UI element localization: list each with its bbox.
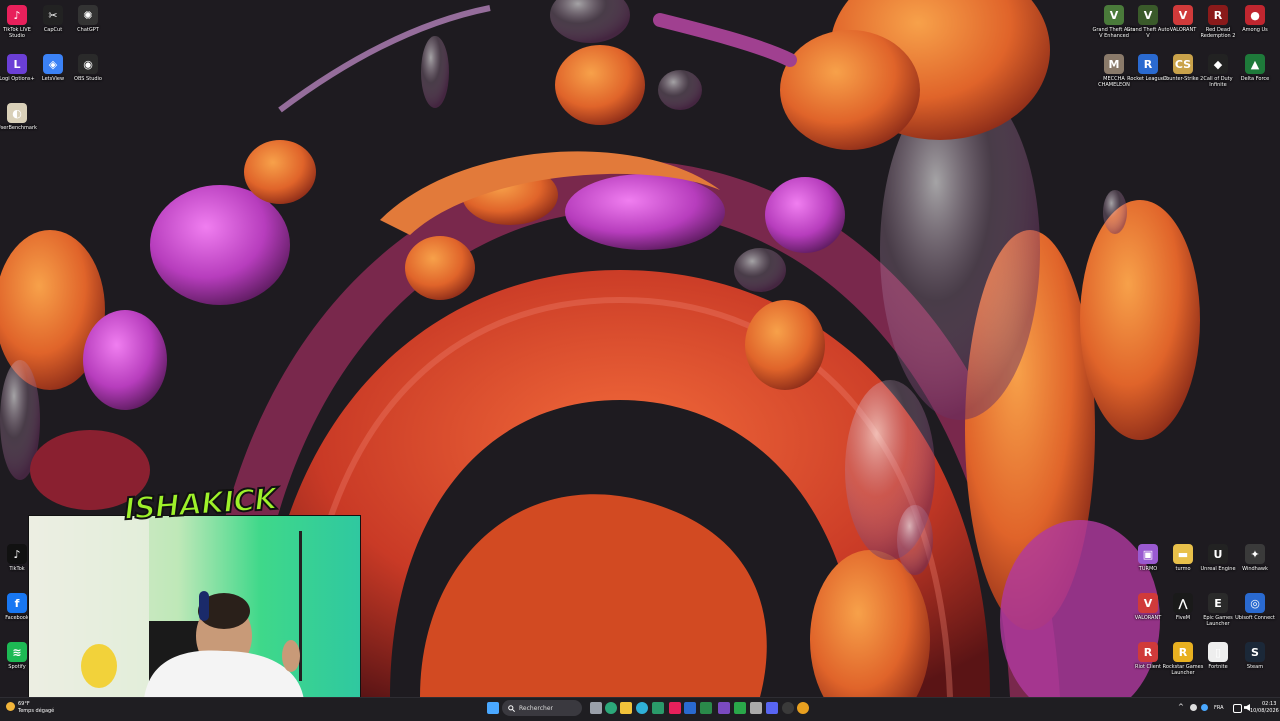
spotify-icon: ≋: [7, 642, 27, 662]
capcut-icon: ✂: [43, 5, 63, 25]
facebook-icon: f: [7, 593, 27, 613]
chevron-up-icon[interactable]: ^: [1178, 703, 1184, 711]
call-of-duty-icon: ◆: [1208, 54, 1228, 74]
fortnite-icon: ▯: [1208, 642, 1228, 662]
desktop-shortcut-label: OBS Studio: [74, 76, 102, 82]
epic-games-icon: E: [1208, 593, 1228, 613]
terminal-icon[interactable]: [652, 702, 664, 714]
weather-description[interactable]: Temps dégagé: [18, 708, 54, 714]
file-explorer-icon[interactable]: [620, 702, 632, 714]
tiktok-live-icon: ♪: [7, 5, 27, 25]
counter-strike-icon: CS: [1173, 54, 1193, 74]
valorant-icon: V: [1138, 593, 1158, 613]
rdr2-icon: R: [1208, 5, 1228, 25]
letsview-icon: ◈: [43, 54, 63, 74]
xbox-icon[interactable]: [734, 702, 746, 714]
windhawk-icon: ✦: [1245, 544, 1265, 564]
desktop-shortcut[interactable]: ● Among Us: [1233, 5, 1277, 33]
obs-taskbar-icon[interactable]: [782, 702, 794, 714]
unreal-engine-icon: U: [1208, 544, 1228, 564]
gta-enhanced-icon: V: [1104, 5, 1124, 25]
turmo-icon: ▣: [1138, 544, 1158, 564]
desktop-shortcut[interactable]: ▲ Delta Force: [1233, 54, 1277, 82]
valorant-icon: V: [1173, 5, 1193, 25]
desktop-shortcut[interactable]: S Steam: [1233, 642, 1277, 670]
desktop-shortcut[interactable]: ◉ OBS Studio: [66, 54, 110, 82]
desktop-shortcut[interactable]: ◎ Ubisoft Connect: [1233, 593, 1277, 621]
weather-temp[interactable]: 69°F: [18, 701, 30, 707]
userbenchmark-icon: ◐: [7, 103, 27, 123]
tray-app-icon[interactable]: [1190, 704, 1197, 711]
rockstar-launcher-icon: R: [1173, 642, 1193, 662]
obs-studio-icon: ◉: [78, 54, 98, 74]
network-icon[interactable]: [1233, 704, 1242, 713]
notepad-icon[interactable]: [750, 702, 762, 714]
desktop-shortcut-label: UserBenchmark: [0, 125, 37, 131]
discord-icon[interactable]: [766, 702, 778, 714]
clock-time[interactable]: 02:13: [1262, 701, 1276, 707]
desktop-shortcut-label: Among Us: [1242, 27, 1268, 33]
start-button-icon[interactable]: [487, 702, 499, 714]
chrome-icon[interactable]: [797, 702, 809, 714]
desktop-shortcut-label: ChatGPT: [77, 27, 99, 33]
search-placeholder: Rechercher: [519, 704, 553, 712]
rocket-league-icon: R: [1138, 54, 1158, 74]
ubisoft-connect-icon: ◎: [1245, 593, 1265, 613]
delta-force-icon: ▲: [1245, 54, 1265, 74]
media-player-icon[interactable]: [700, 702, 712, 714]
visual-studio-icon[interactable]: [718, 702, 730, 714]
language-indicator[interactable]: FRA: [1214, 705, 1224, 711]
desktop-shortcut[interactable]: ✦ Windhawk: [1233, 544, 1277, 572]
search-icon: [508, 704, 515, 712]
tiktok-taskbar-icon[interactable]: [669, 702, 681, 714]
steam-icon: S: [1245, 642, 1265, 662]
gta-icon: V: [1138, 5, 1158, 25]
edge-icon[interactable]: [636, 702, 648, 714]
clock-date[interactable]: 10/08/2026: [1250, 708, 1279, 714]
tiktok-icon: ♪: [7, 544, 27, 564]
webcam-overlay: [28, 515, 361, 701]
folder-icon: ▬: [1173, 544, 1193, 564]
weather-icon[interactable]: [6, 702, 15, 711]
word-icon[interactable]: [684, 702, 696, 714]
widgets-icon[interactable]: [605, 702, 617, 714]
tray-app-icon[interactable]: [1201, 704, 1208, 711]
desktop-shortcut-label: Windhawk: [1242, 566, 1268, 572]
desktop-shortcut-label: Delta Force: [1240, 76, 1270, 82]
logi-options-icon: L: [7, 54, 27, 74]
desktop-shortcut-label: Steam: [1246, 664, 1264, 670]
riot-client-icon: R: [1138, 642, 1158, 662]
search-input[interactable]: Rechercher: [502, 700, 582, 716]
desktop-shortcut[interactable]: ◐ UserBenchmark: [0, 103, 39, 131]
meccha-chameleon-icon: M: [1104, 54, 1124, 74]
chatgpt-icon: ✺: [78, 5, 98, 25]
desktop-shortcut[interactable]: ✺ ChatGPT: [66, 5, 110, 33]
task-view-icon[interactable]: [590, 702, 602, 714]
among-us-icon: ●: [1245, 5, 1265, 25]
fivem-icon: ⋀: [1173, 593, 1193, 613]
desktop-shortcut-label: Ubisoft Connect: [1235, 615, 1275, 621]
